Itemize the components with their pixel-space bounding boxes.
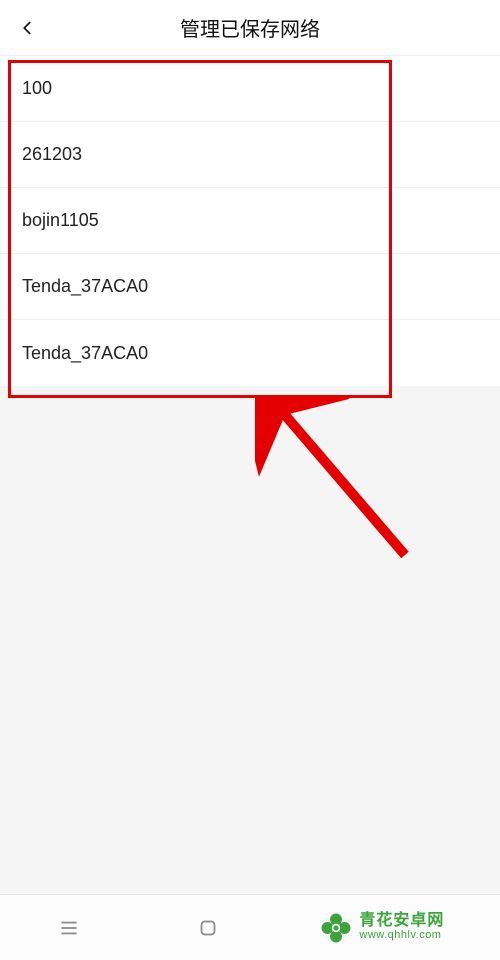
- network-row[interactable]: Tenda_37ACA0: [0, 320, 500, 386]
- network-ssid: 261203: [22, 144, 82, 165]
- screen: 管理已保存网络 100 261203 bojin1105 Tenda_37ACA…: [0, 0, 500, 960]
- watermark-url: www.qhhlv.com: [359, 930, 444, 942]
- network-ssid: Tenda_37ACA0: [22, 276, 148, 297]
- network-row[interactable]: bojin1105: [0, 188, 500, 254]
- network-row[interactable]: Tenda_37ACA0: [0, 254, 500, 320]
- nav-recent-button[interactable]: [0, 915, 139, 941]
- annotation-arrow-icon: [255, 395, 425, 575]
- network-row[interactable]: 261203: [0, 122, 500, 188]
- saved-networks-list: 100 261203 bojin1105 Tenda_37ACA0 Tenda_…: [0, 56, 500, 386]
- nav-home-button[interactable]: [139, 915, 278, 941]
- network-row[interactable]: 100: [0, 56, 500, 122]
- system-nav-bar: 青花安卓网 www.qhhlv.com: [0, 894, 500, 960]
- page-title: 管理已保存网络: [0, 13, 500, 42]
- network-ssid: Tenda_37ACA0: [22, 343, 148, 364]
- back-button[interactable]: [0, 0, 56, 56]
- watermark: 青花安卓网 www.qhhlv.com: [319, 911, 458, 945]
- network-ssid: 100: [22, 78, 52, 99]
- square-icon: [195, 915, 221, 941]
- menu-icon: [56, 915, 82, 941]
- chevron-left-icon: [19, 19, 37, 37]
- watermark-title: 青花安卓网: [359, 913, 444, 930]
- top-bar: 管理已保存网络: [0, 0, 500, 56]
- clover-logo-icon: [319, 911, 353, 945]
- network-ssid: bojin1105: [22, 210, 99, 231]
